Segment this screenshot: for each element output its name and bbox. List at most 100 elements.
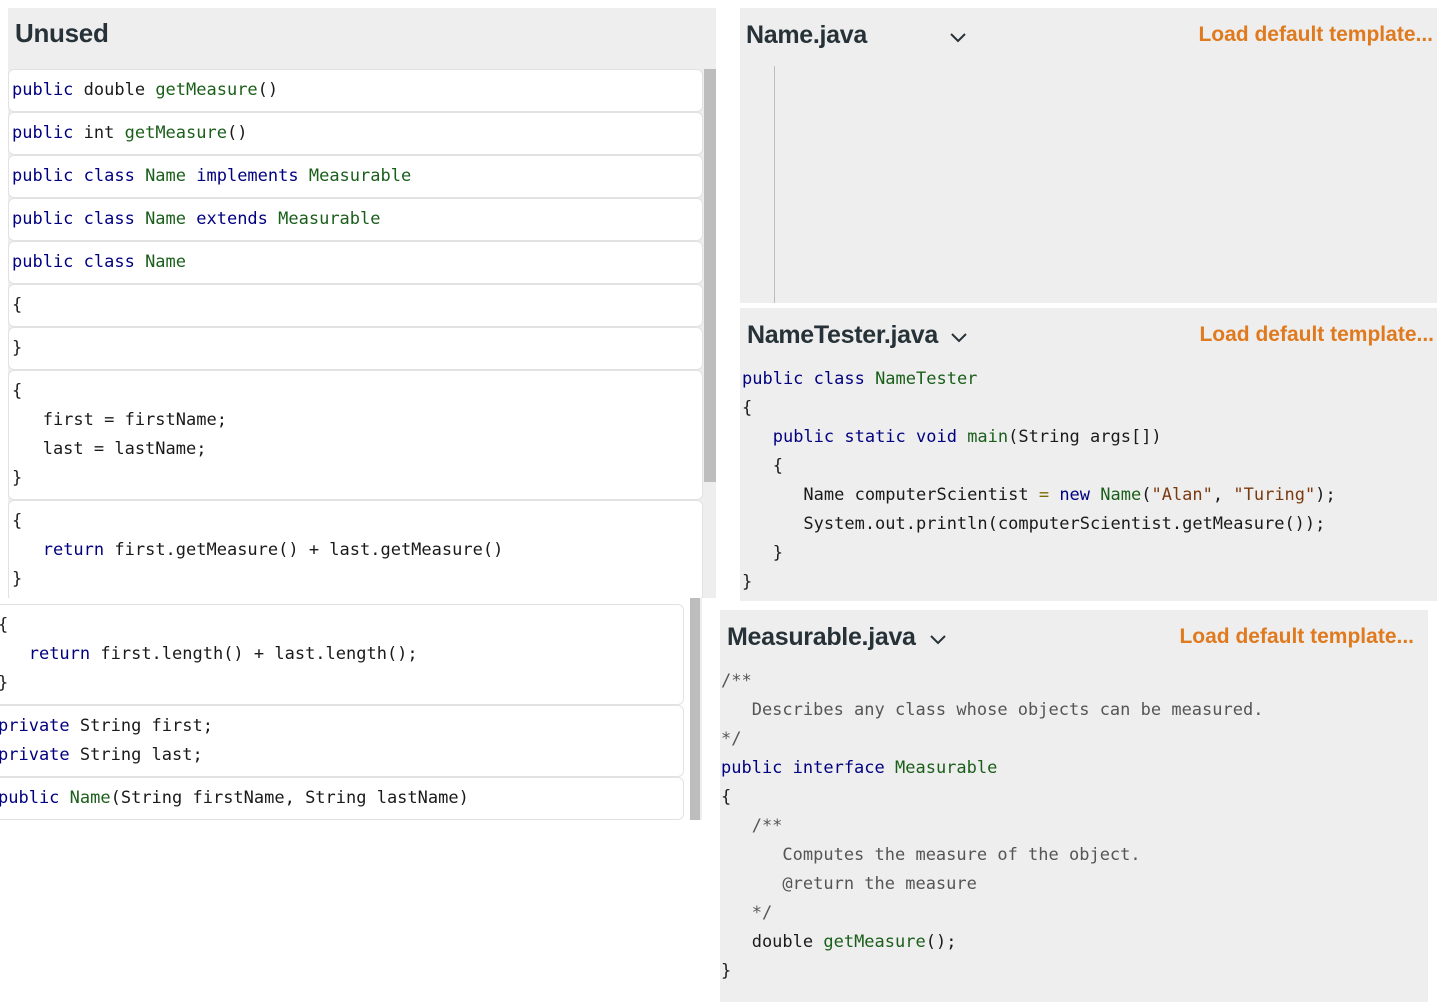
code-token: } [742, 572, 753, 592]
code-token: /** [721, 816, 783, 836]
code-line: public double getMeasure() [12, 76, 699, 105]
code-line: System.out.println(computerScientist.get… [742, 510, 1336, 539]
file-title: Measurable.java [727, 623, 916, 651]
code-view: public class NameTester { public static v… [742, 365, 1336, 597]
code-line: } [742, 539, 1336, 568]
code-token: Name [145, 166, 197, 186]
code-token: public [12, 123, 74, 143]
file-panel-name-java: Name.java Load default template... [740, 8, 1437, 303]
code-token: public interface [721, 758, 895, 778]
code-token: , [1212, 485, 1234, 505]
code-tile[interactable]: public double getMeasure() [8, 69, 703, 112]
code-token: public [0, 788, 70, 808]
code-tile[interactable]: { return first.length() + last.length();… [0, 604, 684, 705]
code-tile[interactable]: public int getMeasure() [8, 112, 703, 155]
file-panel-measurable-java: Measurable.java Load default template...… [720, 610, 1428, 1002]
code-token: { [721, 787, 732, 807]
code-line: } [12, 464, 699, 493]
code-token: { [742, 398, 753, 418]
code-tile[interactable]: { return first.getMeasure() + last.getMe… [8, 500, 703, 598]
file-title: Name.java [746, 21, 867, 49]
code-token: first = firstName; [12, 410, 227, 430]
code-line: } [12, 565, 699, 594]
code-line: public static void main(String args[]) [742, 423, 1336, 452]
code-token: (String args[]) [1008, 427, 1162, 447]
unused-panel-title: Unused [15, 18, 109, 48]
code-tile[interactable]: } [8, 327, 703, 370]
code-token: } [0, 673, 8, 693]
load-default-template-button[interactable]: Load default template... [1179, 625, 1414, 649]
code-token: double [721, 932, 824, 952]
code-token: extends [196, 209, 279, 229]
code-line: */ [721, 899, 1263, 928]
code-token: Describes any class whose objects can be… [721, 700, 1264, 720]
chevron-down-icon[interactable] [950, 328, 968, 346]
code-tile[interactable]: { [8, 284, 703, 327]
code-line: double getMeasure(); [721, 928, 1263, 957]
code-token: return [28, 644, 91, 664]
editor-drop-area[interactable] [774, 66, 775, 303]
file-title: NameTester.java [747, 321, 938, 349]
code-line: { [742, 394, 1336, 423]
code-line: last = lastName; [12, 435, 699, 464]
code-token: int [73, 123, 125, 143]
code-line: { [12, 377, 699, 406]
code-token: (String firstName, String lastName) [110, 788, 469, 808]
load-default-template-button[interactable]: Load default template... [1199, 323, 1434, 347]
code-token: } [12, 338, 23, 358]
code-line: } [0, 669, 680, 698]
code-line: public Name(String firstName, String las… [0, 784, 680, 813]
load-default-template-button[interactable]: Load default template... [1198, 23, 1433, 47]
code-line: return first.length() + last.length(); [0, 640, 680, 669]
code-token: { [12, 295, 23, 315]
code-tile[interactable]: public class Name extends Measurable [8, 198, 703, 241]
unused-scrollbar-thumb[interactable] [704, 69, 716, 482]
chevron-down-icon[interactable] [949, 28, 967, 46]
code-token: { [12, 511, 23, 531]
code-token: public [12, 80, 74, 100]
code-tile[interactable]: { first = firstName; last = lastName;} [8, 370, 703, 500]
code-token: */ [721, 903, 773, 923]
code-line: Name computerScientist = new Name("Alan"… [742, 481, 1336, 510]
code-token: System.out.println(computerScientist.get… [742, 514, 1326, 534]
code-tile[interactable]: private String first; private String last… [0, 705, 684, 777]
dragged-scrollbar[interactable] [690, 598, 702, 820]
code-line: public class NameTester [742, 365, 1336, 394]
code-line: public interface Measurable [721, 754, 1263, 783]
code-line: { [742, 452, 1336, 481]
code-tile[interactable]: public class Name [8, 241, 703, 284]
code-token: ); [1315, 485, 1336, 505]
code-line: } [742, 568, 1336, 597]
code-line: private String last; [0, 741, 680, 770]
code-token: Measurable [308, 166, 412, 186]
code-line: @return the measure [721, 870, 1263, 899]
code-token: } [721, 961, 732, 981]
code-token: Measurable [895, 758, 998, 778]
code-token: main [967, 427, 1009, 447]
code-tile[interactable]: public Name(String firstName, String las… [0, 777, 684, 820]
code-token: double [73, 80, 156, 100]
code-line: first = firstName; [12, 406, 699, 435]
code-line: Describes any class whose objects can be… [721, 696, 1264, 725]
dragged-scrollbar-thumb[interactable] [690, 598, 700, 820]
code-line: */ [721, 725, 1263, 754]
code-token: "Turing" [1233, 485, 1316, 505]
code-line: { [12, 507, 699, 536]
code-token: } [742, 543, 783, 563]
unused-scrollbar[interactable] [704, 69, 716, 598]
code-line: } [721, 957, 1263, 986]
code-token: getMeasure [823, 932, 926, 952]
code-token: { [0, 615, 8, 635]
code-token: public class [12, 252, 146, 272]
code-token: Measurable [278, 209, 381, 229]
code-token: implements [196, 166, 309, 186]
code-token: ( [1141, 485, 1152, 505]
code-token: = [1038, 485, 1050, 505]
dragged-tile-group[interactable]: { return first.length() + last.length();… [0, 598, 702, 820]
code-tile[interactable]: public class Name implements Measurable [8, 155, 703, 198]
chevron-down-icon[interactable] [929, 630, 947, 648]
code-line: public class Name [12, 248, 699, 277]
